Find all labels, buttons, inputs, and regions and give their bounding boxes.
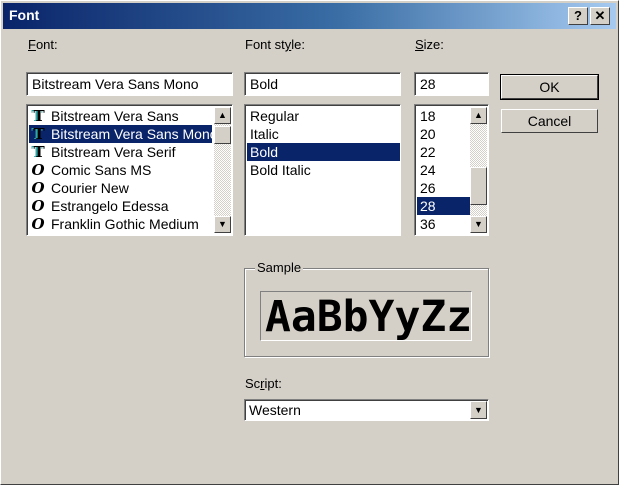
font-list-scrollbar[interactable]: ▲ ▼ <box>214 107 231 233</box>
size-label: Size: <box>415 37 444 52</box>
font-style-input[interactable]: Bold <box>244 72 401 96</box>
font-list-item[interactable]: O Franklin Gothic Medium <box>29 215 212 233</box>
font-style-item[interactable]: Italic <box>247 125 400 143</box>
sample-preview: AaBbYyZz <box>260 291 472 341</box>
truetype-icon: TT <box>31 107 45 125</box>
ok-button[interactable]: OK <box>500 74 599 100</box>
opentype-icon: O <box>31 215 45 233</box>
size-item[interactable]: 22 <box>417 143 470 161</box>
font-style-item[interactable]: Bold Italic <box>247 161 400 179</box>
scroll-down-icon[interactable]: ▼ <box>470 216 487 233</box>
cancel-button[interactable]: Cancel <box>501 109 598 133</box>
size-list[interactable]: 18 20 22 24 26 28 36 ▲ ▼ <box>414 104 489 236</box>
truetype-icon: TT <box>31 125 45 143</box>
font-label: Font: <box>28 37 58 52</box>
truetype-icon: TT <box>31 143 45 161</box>
opentype-icon: O <box>31 197 45 215</box>
font-name-input[interactable]: Bitstream Vera Sans Mono <box>26 72 233 96</box>
window-title: Font <box>9 7 40 23</box>
font-list-item-label: Bitstream Vera Serif <box>51 144 176 160</box>
size-list-scrollbar[interactable]: ▲ ▼ <box>470 107 487 233</box>
font-list-item-label: Comic Sans MS <box>51 162 152 178</box>
scroll-thumb[interactable] <box>214 126 231 144</box>
font-list-item-label: Courier New <box>51 180 129 196</box>
font-dialog: Font ? ✕ Font: Bitstream Vera Sans Mono … <box>0 0 619 485</box>
font-list-item[interactable]: O Courier New <box>29 179 212 197</box>
font-list-item-label: Estrangelo Edessa <box>51 198 169 214</box>
size-item[interactable]: 26 <box>417 179 470 197</box>
size-item[interactable]: 18 <box>417 107 470 125</box>
font-list-item[interactable]: TT Bitstream Vera Sans <box>29 107 212 125</box>
font-list-item[interactable]: TT Bitstream Vera Sans Mono <box>29 125 212 143</box>
scroll-up-icon[interactable]: ▲ <box>470 107 487 124</box>
font-style-label: Font style: <box>245 37 305 52</box>
font-style-item[interactable]: Bold <box>247 143 400 161</box>
font-style-item[interactable]: Regular <box>247 107 400 125</box>
font-list-item[interactable]: TT Bitstream Vera Serif <box>29 143 212 161</box>
help-button[interactable]: ? <box>568 7 588 25</box>
font-list-item-label: Bitstream Vera Sans <box>51 108 179 124</box>
sample-text: AaBbYyZz <box>265 292 472 341</box>
opentype-icon: O <box>31 161 45 179</box>
size-item[interactable]: 28 <box>417 197 470 215</box>
script-select[interactable]: Western ▼ <box>244 399 489 421</box>
close-button[interactable]: ✕ <box>590 7 610 25</box>
title-bar[interactable]: Font ? ✕ <box>3 3 616 29</box>
font-style-list[interactable]: Regular Italic Bold Bold Italic <box>244 104 401 236</box>
scroll-down-icon[interactable]: ▼ <box>214 216 231 233</box>
script-value: Western <box>249 402 301 418</box>
chevron-down-icon[interactable]: ▼ <box>470 401 487 419</box>
size-input[interactable]: 28 <box>414 72 489 96</box>
size-item[interactable]: 36 <box>417 215 470 233</box>
size-item[interactable]: 20 <box>417 125 470 143</box>
font-list-item-label: Franklin Gothic Medium <box>51 216 199 232</box>
scroll-up-icon[interactable]: ▲ <box>214 107 231 124</box>
sample-label: Sample <box>255 260 304 275</box>
font-list-item-label: Bitstream Vera Sans Mono <box>51 126 212 142</box>
script-label: Script: <box>245 376 282 391</box>
scroll-thumb[interactable] <box>470 167 487 205</box>
font-list-item[interactable]: O Comic Sans MS <box>29 161 212 179</box>
font-list[interactable]: TT Bitstream Vera Sans TT Bitstream Vera Sa… <box>26 104 233 236</box>
font-list-item[interactable]: O Estrangelo Edessa <box>29 197 212 215</box>
opentype-icon: O <box>31 179 45 197</box>
size-item[interactable]: 24 <box>417 161 470 179</box>
